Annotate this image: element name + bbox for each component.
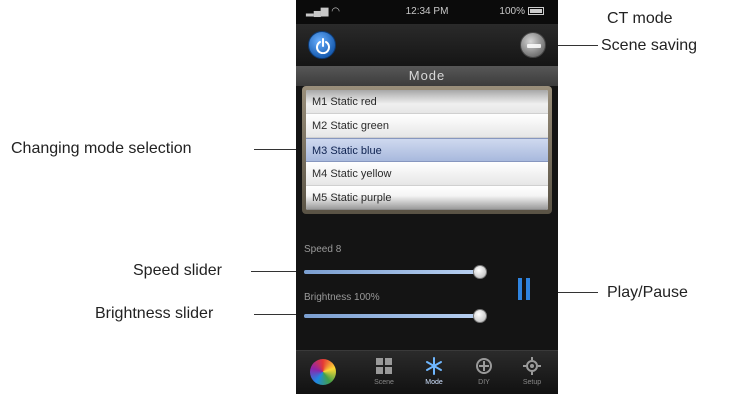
callout-ct-mode: CT mode [607,10,673,27]
mode-list-item[interactable]: M2 Static green [306,114,548,138]
brightness-slider-thumb[interactable] [473,309,487,323]
callout-speed-slider: Speed slider [133,262,222,279]
mode-picker[interactable]: M1 Static red M2 Static green M3 Static bl… [306,90,548,210]
speed-slider-thumb[interactable] [473,265,487,279]
pause-icon [518,278,522,300]
brightness-label: Brightness 100% [304,292,380,303]
battery-icon [528,7,544,16]
tab-mode[interactable]: Mode [408,351,460,394]
callout-scene-saving: Scene saving [601,37,698,54]
tab-setup[interactable]: Setup [506,351,558,394]
speed-slider[interactable] [304,265,487,279]
grid-icon [376,358,392,374]
mode-list-item[interactable]: M3 Static blue [306,138,548,162]
battery-percent: 100% [499,6,525,17]
status-bar: ▂▄▆ ◠ 12:34 PM 100% [296,0,558,24]
color-wheel-icon[interactable] [310,359,336,385]
brightness-slider-fill [304,314,480,318]
tab-label-scene: Scene [374,379,394,386]
mode-header: Mode [296,66,558,86]
power-icon [316,38,330,54]
callout-changing-mode-selection: Changing mode selection [11,140,192,157]
power-button[interactable] [308,31,336,59]
callout-play-pause: Play/Pause [607,284,688,301]
scene-save-button[interactable] [520,32,546,58]
top-bar [296,24,558,66]
tab-bar: Scene Mode DIY Setup [296,350,558,394]
speed-slider-fill [304,270,480,274]
phone-screen: ▂▄▆ ◠ 12:34 PM 100% Mode M1 Static red M2… [296,0,558,394]
tab-label-setup: Setup [522,379,542,386]
diy-icon [476,358,492,374]
snowflake-icon [426,357,442,375]
tab-scene[interactable]: Scene [358,351,410,394]
tab-diy[interactable]: DIY [458,351,510,394]
mode-list-item[interactable]: M1 Static red [306,90,548,114]
gear-icon [523,357,541,375]
speed-label: Speed 8 [304,244,342,255]
tab-label-diy: DIY [478,379,490,386]
tab-label-mode: Mode [425,379,443,386]
mode-picker-frame: M1 Static red M2 Static green M3 Static bl… [302,86,552,214]
save-icon [527,44,541,48]
mode-list-item[interactable]: M5 Static purple [306,186,548,210]
leader-scene-saving [552,45,598,46]
callout-brightness-slider: Brightness slider [95,305,214,322]
mode-list-item[interactable]: M4 Static yellow [306,162,548,186]
pause-icon-bar [526,278,530,300]
battery-status: 100% [499,6,544,17]
brightness-slider[interactable] [304,309,487,323]
play-pause-button[interactable] [518,278,532,300]
